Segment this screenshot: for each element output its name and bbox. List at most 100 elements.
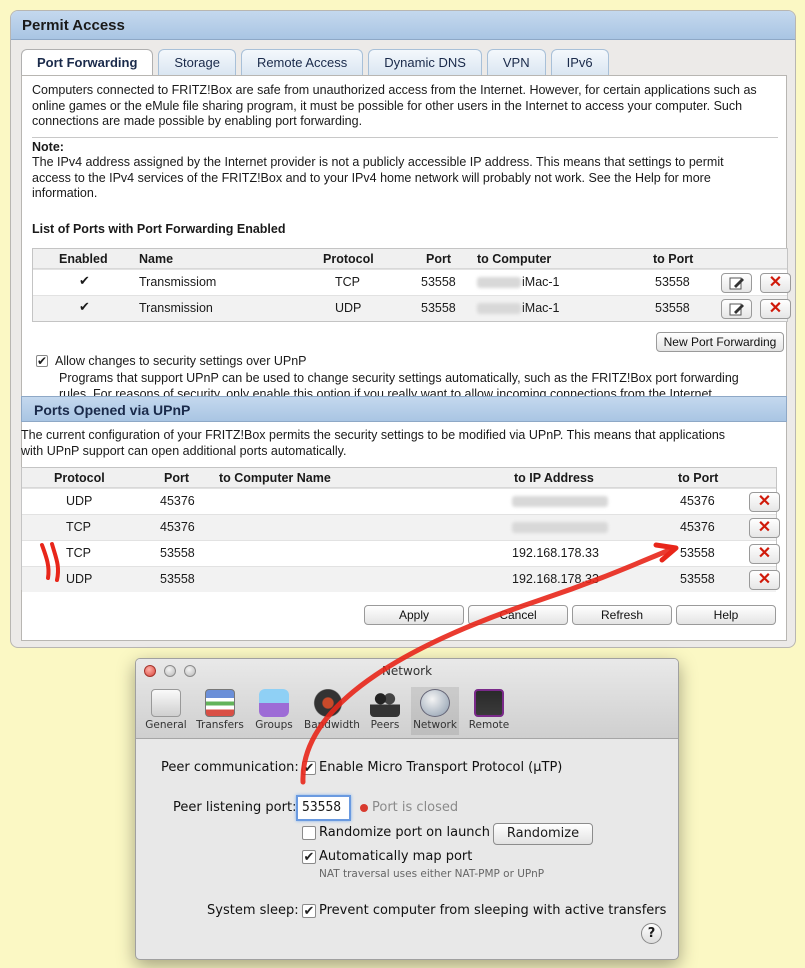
col-ip-address: to IP Address	[514, 471, 594, 485]
randomize-port-checkbox[interactable]	[302, 826, 316, 840]
system-sleep-label: System sleep:	[207, 903, 299, 918]
toolbar-label: Network	[413, 719, 457, 731]
upnp-section-header: Ports Opened via UPnP	[21, 396, 787, 422]
edit-icon	[729, 303, 744, 316]
switch-icon	[151, 689, 181, 717]
table-header: Protocol Port to Computer Name to IP Add…	[22, 468, 776, 488]
network-globe-icon	[420, 689, 450, 717]
new-port-forwarding-button[interactable]: New Port Forwarding	[656, 332, 784, 352]
prevent-sleep-checkbox[interactable]: ✔	[302, 904, 316, 918]
utp-label: Enable Micro Transport Protocol (µTP)	[319, 760, 563, 775]
toolbar-groups[interactable]: Groups	[250, 689, 298, 731]
delete-icon: ✕	[757, 571, 772, 588]
upnp-to-port: 45376	[680, 494, 715, 508]
redacted-text	[477, 303, 521, 315]
edit-icon	[729, 277, 744, 290]
edit-button[interactable]	[721, 273, 752, 293]
note-label: Note:	[32, 140, 64, 154]
delete-button[interactable]: ✕	[749, 570, 780, 590]
cancel-button[interactable]: Cancel	[468, 605, 568, 625]
tab-port-forwarding[interactable]: Port Forwarding	[21, 49, 154, 77]
upnp-protocol: TCP	[66, 546, 91, 560]
delete-button[interactable]: ✕	[749, 518, 780, 538]
rule-protocol: TCP	[335, 275, 360, 289]
note-line: information.	[32, 186, 98, 200]
help-button[interactable]: Help	[676, 605, 776, 625]
enabled-checkbox[interactable]: ✔	[79, 273, 90, 289]
port-status: Port is closed	[372, 800, 459, 815]
col-port: Port	[426, 252, 451, 266]
tab-bar: Port Forwarding Storage Remote Access Dy…	[21, 49, 609, 77]
delete-button[interactable]: ✕	[760, 299, 791, 319]
automap-port-label: Automatically map port	[319, 849, 473, 864]
help-question-icon[interactable]: ?	[641, 923, 662, 944]
remote-icon	[474, 689, 504, 717]
table-row: TCP 53558 192.168.178.33 53558 ✕	[22, 540, 780, 566]
toolbar-remote[interactable]: Remote	[465, 689, 513, 731]
allow-upnp-label: Allow changes to security settings over …	[55, 354, 307, 368]
computer-name: iMac-1	[522, 275, 560, 289]
col-protocol: Protocol	[323, 252, 374, 266]
tab-dynamic-dns[interactable]: Dynamic DNS	[368, 49, 482, 75]
note-line: The IPv4 address assigned by the Interne…	[32, 155, 724, 169]
delete-icon: ✕	[768, 300, 783, 317]
upnp-to-port: 53558	[680, 572, 715, 586]
automap-port-checkbox[interactable]: ✔	[302, 850, 316, 864]
toolbar-peers[interactable]: Peers	[361, 689, 409, 731]
rule-port: 53558	[421, 301, 456, 315]
toolbar-label: General	[145, 719, 187, 731]
upnp-to-port: 53558	[680, 546, 715, 560]
upnp-to-port: 45376	[680, 520, 715, 534]
desc-line: Programs that support UPnP can be used t…	[59, 371, 739, 385]
edit-button[interactable]	[721, 299, 752, 319]
upnp-ip	[512, 494, 609, 508]
rule-computer: iMac-1	[477, 301, 560, 315]
tab-ipv6[interactable]: IPv6	[550, 49, 609, 75]
tab-remote-access[interactable]: Remote Access	[240, 49, 364, 75]
utp-checkbox[interactable]: ✔	[302, 761, 316, 775]
rule-protocol: UDP	[335, 301, 362, 315]
intro-text: Computers connected to FRITZ!Box are saf…	[32, 83, 757, 130]
window-toolbar: Network General Transfers Groups Bandwid…	[136, 659, 678, 739]
peer-port-input[interactable]: 53558	[296, 795, 351, 821]
delete-button[interactable]: ✕	[749, 544, 780, 564]
fritz-permit-access-window: Permit Access Port Forwarding Storage Re…	[10, 10, 796, 648]
tab-storage[interactable]: Storage	[158, 49, 236, 75]
rule-computer: iMac-1	[477, 275, 560, 289]
toolbar-network[interactable]: Network	[411, 687, 459, 735]
refresh-button[interactable]: Refresh	[572, 605, 672, 625]
transfers-icon	[205, 689, 235, 717]
intro-line: Computers connected to FRITZ!Box are saf…	[32, 83, 757, 97]
redacted-text	[512, 496, 608, 508]
allow-upnp-checkbox[interactable]: ✔	[36, 355, 48, 367]
intro-line: online games or the eMule file sharing p…	[32, 98, 743, 113]
port-forwarding-table: Enabled Name Protocol Port to Computer t…	[32, 248, 791, 322]
toolbar-label: Transfers	[196, 719, 244, 731]
toolbar-transfers[interactable]: Transfers	[196, 689, 244, 731]
port-status-dot-icon	[360, 804, 368, 812]
apply-button[interactable]: Apply	[364, 605, 464, 625]
delete-button[interactable]: ✕	[749, 492, 780, 512]
computer-name: iMac-1	[522, 301, 560, 315]
window-title: Network	[381, 664, 433, 678]
peers-icon	[370, 689, 400, 717]
toolbar-label: Bandwidth	[304, 719, 360, 731]
network-preferences-window: Network General Transfers Groups Bandwid…	[135, 658, 679, 960]
toolbar-label: Groups	[255, 719, 293, 731]
tab-vpn[interactable]: VPN	[486, 49, 546, 75]
redacted-text	[512, 522, 608, 534]
upnp-protocol: TCP	[66, 520, 91, 534]
randomize-button[interactable]: Randomize	[493, 823, 593, 845]
delete-icon: ✕	[768, 274, 783, 291]
desc-line: The current configuration of your FRITZ!…	[21, 428, 726, 442]
delete-icon: ✕	[757, 519, 772, 536]
table-row: ✔ Transmissiom TCP 53558 iMac-1 53558 ✕	[33, 269, 791, 295]
enabled-checkbox[interactable]: ✔	[79, 299, 90, 315]
toolbar-general[interactable]: General	[142, 689, 190, 731]
rule-to-port: 53558	[655, 275, 690, 289]
delete-button[interactable]: ✕	[760, 273, 791, 293]
col-enabled: Enabled	[59, 252, 108, 266]
upnp-ip: 192.168.178.33	[512, 546, 599, 560]
toolbar-bandwidth[interactable]: Bandwidth	[304, 689, 360, 731]
table-header: Enabled Name Protocol Port to Computer t…	[33, 249, 787, 269]
